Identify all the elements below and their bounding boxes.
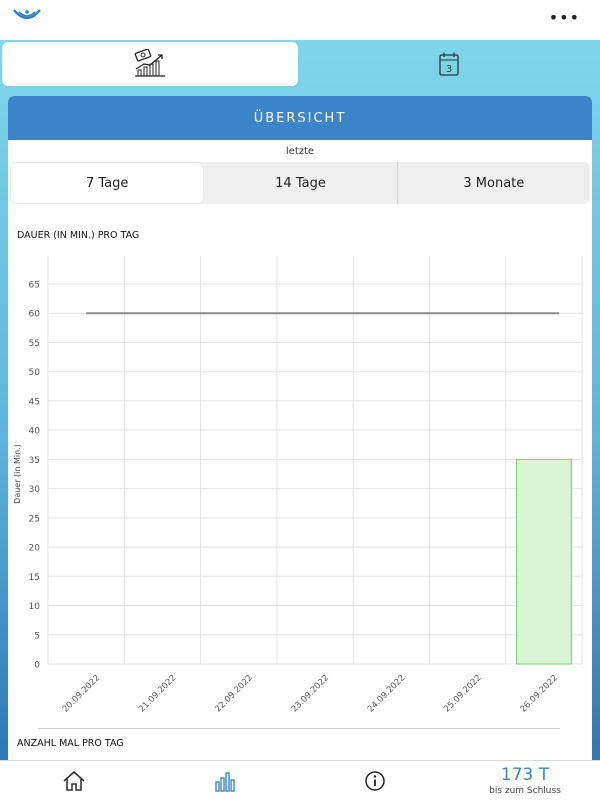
y-tick-label: 10 [29,602,41,612]
y-tick-label: 50 [29,368,41,378]
y-tick-label: 40 [29,427,41,437]
y-tick-label: 35 [29,456,40,466]
period-selector: 7 Tage 14 Tage 3 Monate [10,162,590,204]
section-divider [38,728,560,729]
nav-statistics[interactable] [203,761,247,800]
days-remaining: 173 T bis zum Schluss [470,765,580,797]
x-tick-label: 21.09.2022 [137,673,178,714]
app-logo-icon [13,9,41,20]
duration-chart: 0 5 10 15 20 25 30 35 40 45 50 55 60 65 Dauer (in Min.… [13,256,583,715]
y-tick-label: 55 [29,339,40,349]
bottom-nav: 173 T bis zum Schluss [0,760,600,800]
nav-info[interactable] [353,761,397,800]
top-bar: ••• [0,0,600,40]
y-tick-label: 20 [29,544,41,554]
overview-title: ÜBERSICHT [8,96,592,140]
top-tabs: 3 [0,40,600,88]
more-options-button[interactable]: ••• [549,8,580,28]
tab-statistics[interactable] [2,42,298,86]
y-tick-label: 25 [29,514,40,524]
x-tick-label: 23.09.2022 [290,673,331,714]
y-tick-label: 65 [29,281,40,291]
nav-home[interactable] [52,761,96,800]
count-chart-title: ANZAHL MAL PRO TAG [17,738,124,749]
period-option-14-days[interactable]: 14 Tage [204,162,398,204]
period-option-3-months[interactable]: 3 Monate [398,162,590,204]
y-tick-label: 60 [29,310,41,320]
period-option-7-days[interactable]: 7 Tage [11,163,204,203]
money-chart-icon [134,49,165,77]
y-tick-label: 0 [34,661,40,671]
home-icon [63,770,85,791]
x-tick-label: 24.09.2022 [366,673,407,714]
bar [515,458,572,665]
days-remaining-value: 173 T [500,765,550,785]
days-remaining-label: bis zum Schluss [489,786,561,796]
info-icon [365,771,385,791]
tab-calendar[interactable]: 3 [300,42,598,86]
x-tick-label: 26.09.2022 [518,673,559,714]
x-tick-label: 22.09.2022 [213,673,254,714]
x-tick-label: 20.09.2022 [61,673,102,714]
y-tick-label: 30 [29,485,41,495]
y-tick-label: 15 [29,573,40,583]
calendar-icon: 3 [439,52,459,76]
bar-chart-icon [215,772,235,792]
calendar-day-number: 3 [446,64,452,75]
x-tick-label: 25.09.2022 [442,673,483,714]
duration-chart-title: DAUER (IN MIN.) PRO TAG [17,230,140,241]
y-axis-label: Dauer (in Min.) [13,444,22,504]
y-tick-label: 5 [34,631,40,641]
overview-card: ÜBERSICHT letzte 7 Tage 14 Tage 3 Monate… [8,96,592,760]
y-tick-label: 45 [29,397,40,407]
period-caption: letzte [285,146,315,157]
